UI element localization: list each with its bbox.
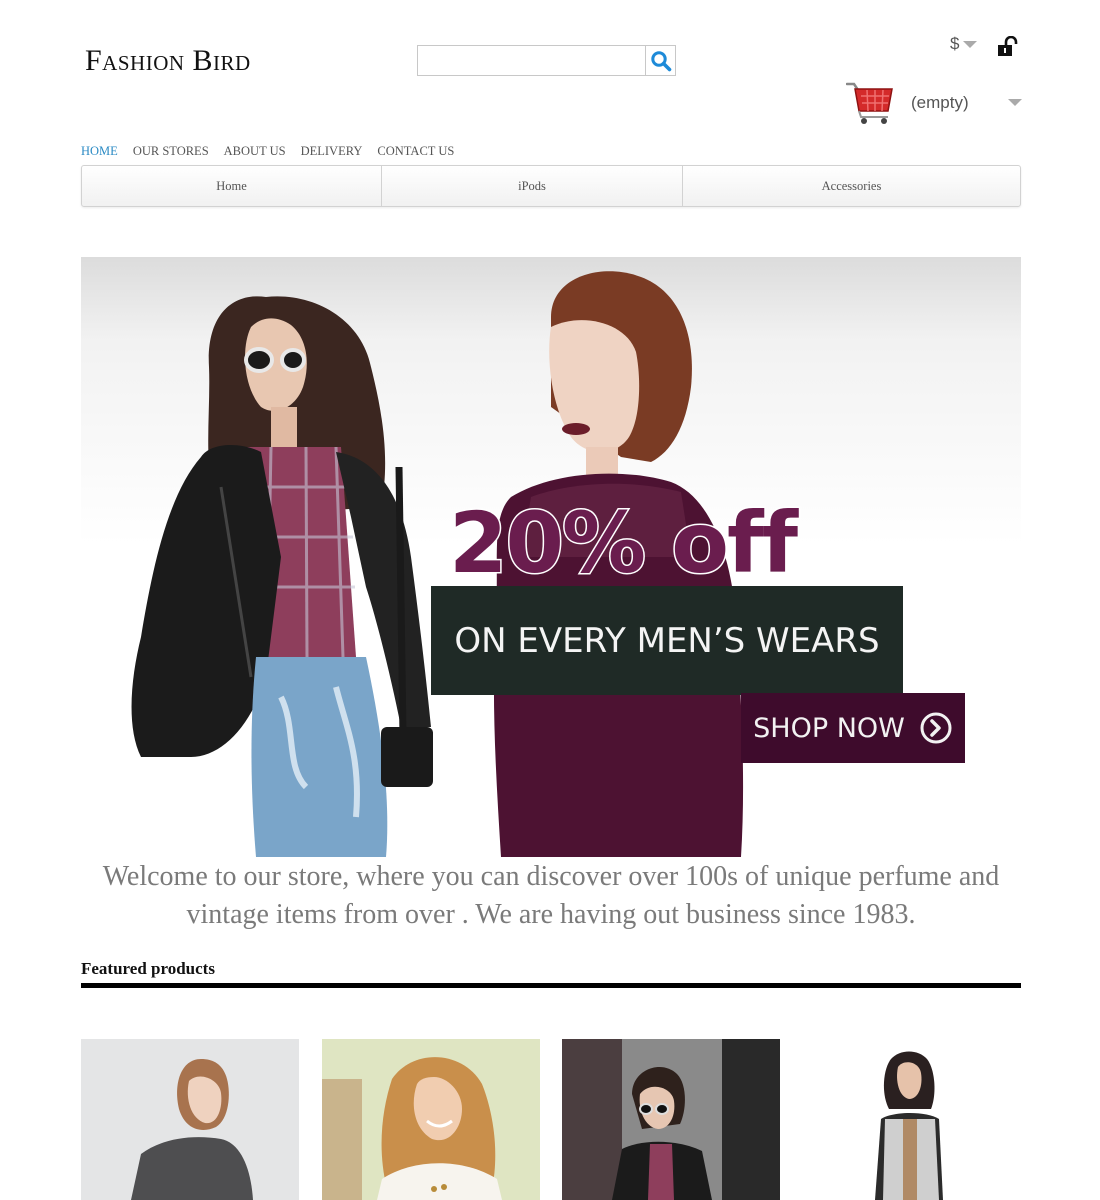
product-card[interactable] [322,1039,540,1200]
currency-selector[interactable]: $ [950,34,978,54]
menu-item-home[interactable]: Home [82,166,382,206]
cart-dropdown[interactable]: (empty) [846,80,1022,126]
currency-symbol: $ [950,34,960,53]
product-image [562,1039,780,1200]
login-button[interactable] [997,35,1021,63]
search-icon [650,50,671,71]
section-divider [81,983,1021,988]
product-image [81,1039,299,1200]
shop-now-button[interactable]: SHOP NOW [741,693,965,763]
promo-strip: ON EVERY MEN’S WEARS [431,586,903,695]
nav-link-our-stores[interactable]: OUR STORES [133,144,209,159]
nav-link-delivery[interactable]: DELIVERY [301,144,363,159]
logo-text: Fashion Bird [85,44,251,77]
hero-banner[interactable]: 20% off ON EVERY MEN’S WEARS SHOP NOW [81,257,1021,857]
category-menu: Home iPods Accessories [81,165,1021,207]
product-card[interactable] [562,1039,780,1200]
promo-headline: 20% off [447,494,799,592]
promo-subline: ON EVERY MEN’S WEARS [454,620,880,661]
shopping-cart-icon [846,82,893,124]
chevron-down-icon [1008,99,1022,106]
nav-link-about-us[interactable]: ABOUT US [224,144,286,159]
search-button[interactable] [645,46,675,75]
product-card[interactable] [81,1039,299,1200]
cart-status: (empty) [911,93,969,112]
nav-link-home[interactable]: HOME [81,144,118,159]
nav-link-contact-us[interactable]: CONTACT US [377,144,454,159]
product-card[interactable] [803,1039,1021,1200]
chevron-down-icon [963,40,978,48]
product-image [803,1039,1021,1200]
search-box [417,45,676,76]
product-image [322,1039,540,1200]
site-logo[interactable]: Fashion Bird [85,44,251,78]
menu-item-accessories[interactable]: Accessories [683,166,1020,206]
top-navigation: HOME OUR STORES ABOUT US DELIVERY CONTAC… [81,144,454,159]
shop-now-label: SHOP NOW [753,712,905,744]
menu-item-ipods[interactable]: iPods [382,166,683,206]
arrow-right-circle-icon [920,712,952,744]
welcome-message: Welcome to our store, where you can disc… [102,861,1000,930]
search-input[interactable] [418,46,645,75]
featured-products-heading: Featured products [81,959,215,978]
lock-icon [998,35,1018,56]
